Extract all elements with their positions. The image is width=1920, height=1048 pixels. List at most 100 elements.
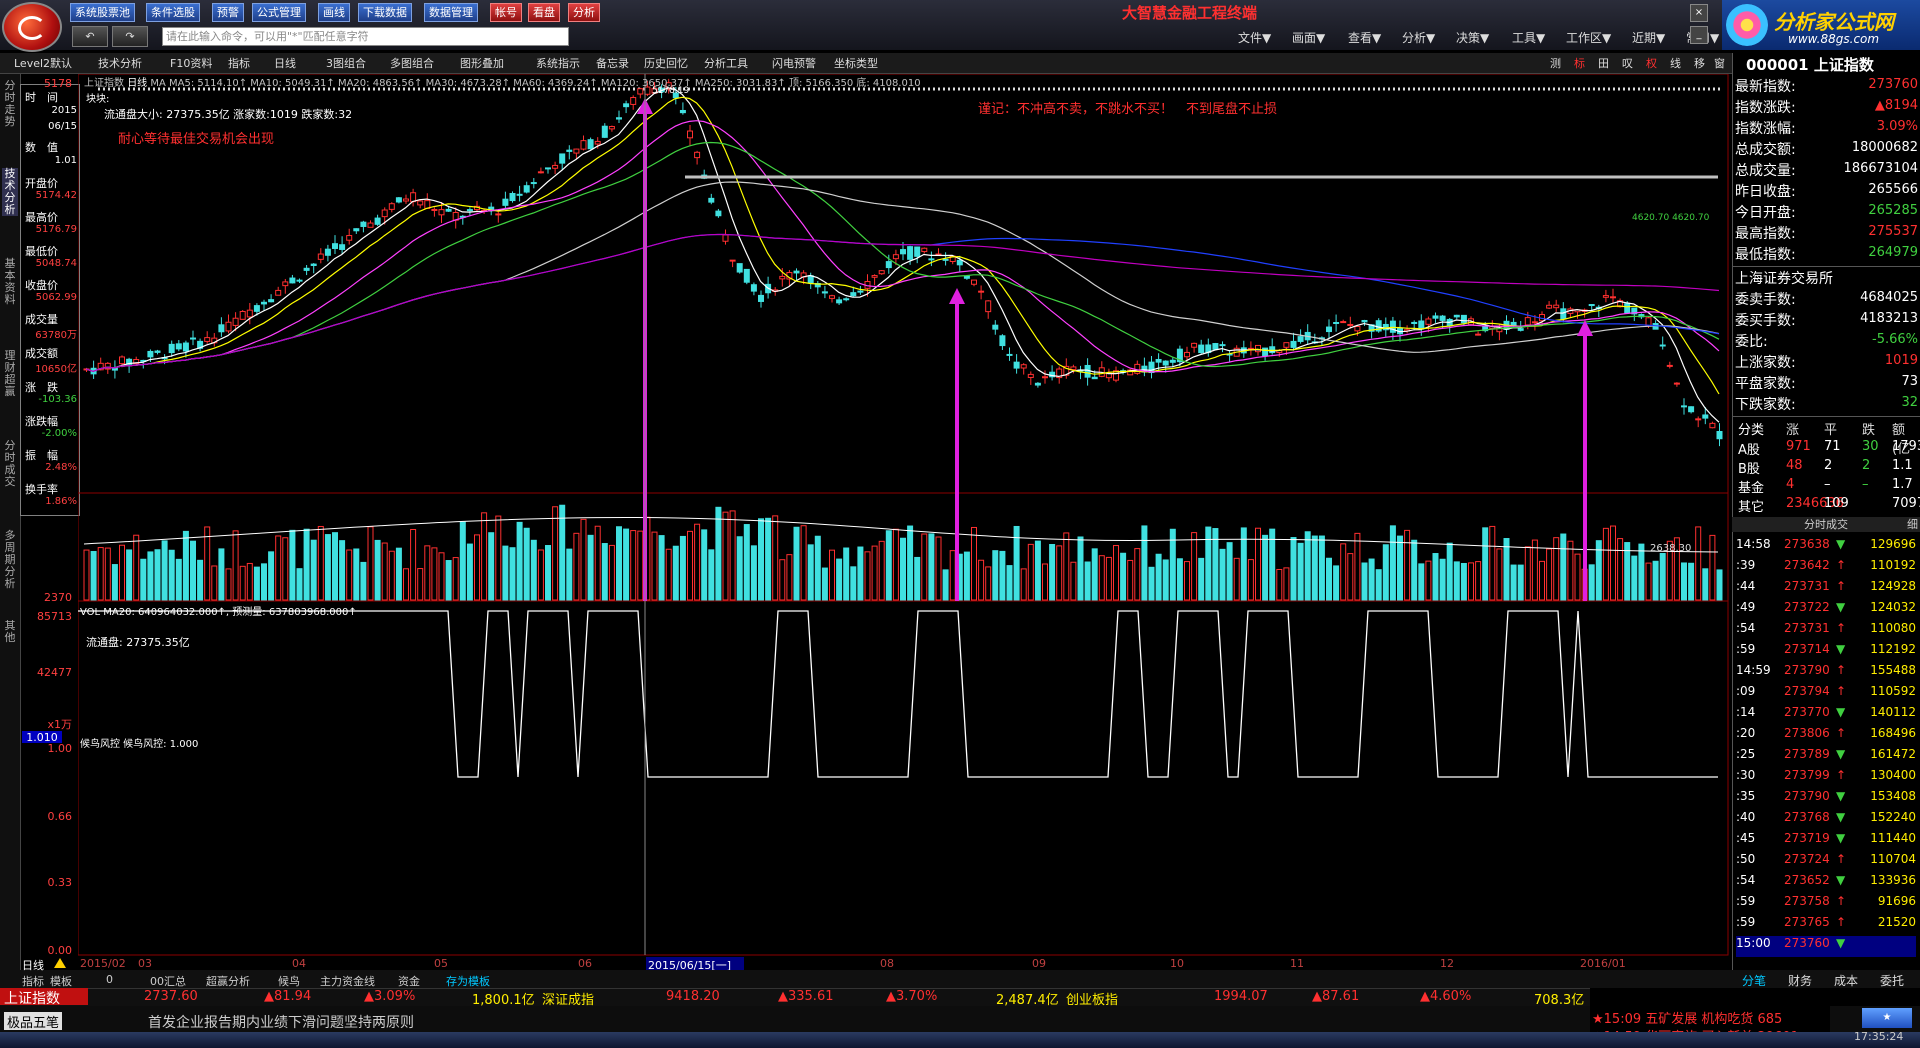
tab-basic-info[interactable]: 基本资料 [2, 258, 18, 306]
tab-daily[interactable]: 日线 [22, 957, 44, 973]
menu-tools[interactable]: 工具▼ [1512, 29, 1545, 46]
trade-row[interactable]: :44 273731 ↑ 124928 [1736, 579, 1916, 600]
trade-row[interactable]: :50 273724 ↑ 110704 [1736, 852, 1916, 873]
forward-button[interactable]: ↷ [112, 26, 148, 47]
trade-row[interactable]: :40 273768 ▼ 152240 [1736, 810, 1916, 831]
minimize-icon[interactable]: _ [1690, 26, 1708, 44]
toolbar-history[interactable]: 历史回忆 [644, 55, 688, 71]
volume-bar [1588, 564, 1595, 601]
tab-fund[interactable]: 资金 [398, 973, 420, 989]
toolbar-analysis-tools[interactable]: 分析工具 [704, 55, 748, 71]
trade-row[interactable]: :14 273770 ▼ 140112 [1736, 705, 1916, 726]
candle-body [1326, 326, 1332, 333]
trade-volume: 140112 [1870, 705, 1916, 719]
toolbar-flash-alert[interactable]: 闪电预警 [772, 55, 816, 71]
tab-tech-analysis[interactable]: 技术分析 [2, 168, 18, 216]
account-button[interactable]: 帐号 [490, 3, 522, 22]
toolbar-daily[interactable]: 日线 [274, 55, 296, 71]
trade-row[interactable]: :59 273765 ↑ 21520 [1736, 915, 1916, 936]
rights-icon[interactable]: 权 [1646, 55, 1657, 71]
trade-row[interactable]: :54 273731 ↑ 110080 [1736, 621, 1916, 642]
trade-row[interactable]: :39 273642 ↑ 110192 [1736, 558, 1916, 579]
data-manage-button[interactable]: 数据管理 [424, 3, 478, 22]
trade-row[interactable]: 14:59 273790 ↑ 155488 [1736, 663, 1916, 684]
trade-row[interactable]: :20 273806 ↑ 168496 [1736, 726, 1916, 747]
condition-select-button[interactable]: 条件选股 [146, 3, 200, 22]
trade-row[interactable]: :09 273794 ↑ 110592 [1736, 684, 1916, 705]
toolbar-tech-analysis[interactable]: 技术分析 [98, 55, 142, 71]
toolbar-3chart[interactable]: 3图组合 [326, 55, 366, 71]
toolbar-overlay[interactable]: 图形叠加 [460, 55, 504, 71]
trade-row[interactable]: :45 273719 ▼ 111440 [1736, 831, 1916, 852]
stock-pool-button[interactable]: 系统股票池 [70, 3, 135, 22]
grid-icon[interactable]: 田 [1598, 55, 1609, 71]
tab-trades[interactable]: 分时成交 [2, 440, 18, 488]
tab-finance[interactable]: 理财超赢 [2, 350, 18, 398]
formula-manage-button[interactable]: 公式管理 [252, 3, 306, 22]
tab-ticks[interactable]: 分笔 [1742, 972, 1766, 989]
candle-body [438, 209, 445, 216]
toolbar-multichart[interactable]: 多图组合 [390, 55, 434, 71]
tab-summary[interactable]: 00汇总 [150, 973, 186, 989]
menu-view[interactable]: 查看▼ [1348, 29, 1381, 46]
tab-save-template[interactable]: 存为模板 [446, 973, 490, 989]
trade-row[interactable]: 15:00 273760 ▼ [1736, 936, 1916, 957]
tab-other[interactable]: 其他 [2, 620, 18, 644]
tab-finance-info[interactable]: 财务 [1788, 972, 1812, 989]
candle-body [552, 164, 559, 169]
menu-decision[interactable]: 决策▼ [1456, 29, 1489, 46]
menu-analysis[interactable]: 分析▼ [1402, 29, 1435, 46]
candle-body [268, 299, 275, 303]
toolbar-f10[interactable]: F10资料 [170, 55, 212, 71]
tab-indicator[interactable]: 指标 [22, 973, 44, 989]
tab-template[interactable]: 模板 [50, 973, 72, 989]
toolbar-indicator[interactable]: 指标 [228, 55, 250, 71]
toolbar-axis-type[interactable]: 坐标类型 [834, 55, 878, 71]
tab-0[interactable]: 0 [106, 973, 113, 986]
tab-houniao[interactable]: 候鸟 [278, 973, 300, 989]
tab-timeshare[interactable]: 分时走势 [2, 80, 18, 128]
volume-bar [1105, 556, 1112, 601]
draw-line-button[interactable]: 画线 [318, 3, 350, 22]
trade-row[interactable]: :59 273758 ↑ 91696 [1736, 894, 1916, 915]
trade-row[interactable]: :25 273789 ▼ 161472 [1736, 747, 1916, 768]
trade-row[interactable]: 14:58 273638 ▼ 129696 [1736, 537, 1916, 558]
window-icon[interactable]: 窗 [1714, 55, 1725, 71]
sigh-icon[interactable]: 叹 [1622, 55, 1633, 71]
mark-icon[interactable]: 标 [1574, 55, 1585, 71]
toolbar-sys-indicator[interactable]: 系统指示 [536, 55, 580, 71]
toolbar-memo[interactable]: 备忘录 [596, 55, 629, 71]
tab-orders[interactable]: 委托 [1880, 972, 1904, 989]
trade-row[interactable]: :49 273722 ▼ 124032 [1736, 600, 1916, 621]
trade-row[interactable]: :30 273799 ↑ 130400 [1736, 768, 1916, 789]
status-index-name[interactable]: 上证指数 [0, 988, 88, 1007]
measure-icon[interactable]: 测 [1550, 55, 1561, 71]
trades-detail-button[interactable]: 细 [1907, 517, 1918, 532]
alert-button[interactable]: 预警 [212, 3, 244, 22]
candle-body [971, 279, 977, 285]
trade-row[interactable]: :35 273790 ▼ 153408 [1736, 789, 1916, 810]
line-icon[interactable]: 线 [1670, 55, 1681, 71]
watch-button[interactable]: 看盘 [528, 3, 560, 22]
menu-recent[interactable]: 近期▼ [1632, 29, 1665, 46]
tab-cost[interactable]: 成本 [1834, 972, 1858, 989]
tab-chaoying[interactable]: 超赢分析 [206, 973, 250, 989]
toolbar-level2[interactable]: Level2默认 [14, 55, 72, 71]
move-icon[interactable]: 移 [1694, 55, 1705, 71]
tab-main-fund[interactable]: 主力资金线 [320, 973, 375, 989]
trade-row[interactable]: :59 273714 ▼ 112192 [1736, 642, 1916, 663]
back-button[interactable]: ↶ [72, 26, 108, 47]
analysis-button[interactable]: 分析 [568, 3, 600, 22]
news-headline[interactable]: 首发企业报告期内业绩下滑问题坚持两原则 [148, 1012, 414, 1032]
ime-indicator[interactable]: 极品五笔 [4, 1012, 63, 1031]
menu-screen[interactable]: 画面▼ [1292, 29, 1325, 46]
close-icon[interactable]: × [1690, 4, 1708, 22]
trade-row[interactable]: :54 273652 ▼ 133936 [1736, 873, 1916, 894]
menu-workspace[interactable]: 工作区▼ [1566, 29, 1611, 46]
menu-file[interactable]: 文件▼ [1238, 29, 1271, 46]
stock-chart[interactable] [78, 74, 1732, 994]
candle-body [921, 247, 928, 253]
tab-multi-period[interactable]: 多周期分析 [2, 530, 18, 590]
command-input[interactable]: 请在此输入命令，可以用"*"匹配任意字符 [162, 27, 569, 46]
download-data-button[interactable]: 下载数据 [358, 3, 412, 22]
